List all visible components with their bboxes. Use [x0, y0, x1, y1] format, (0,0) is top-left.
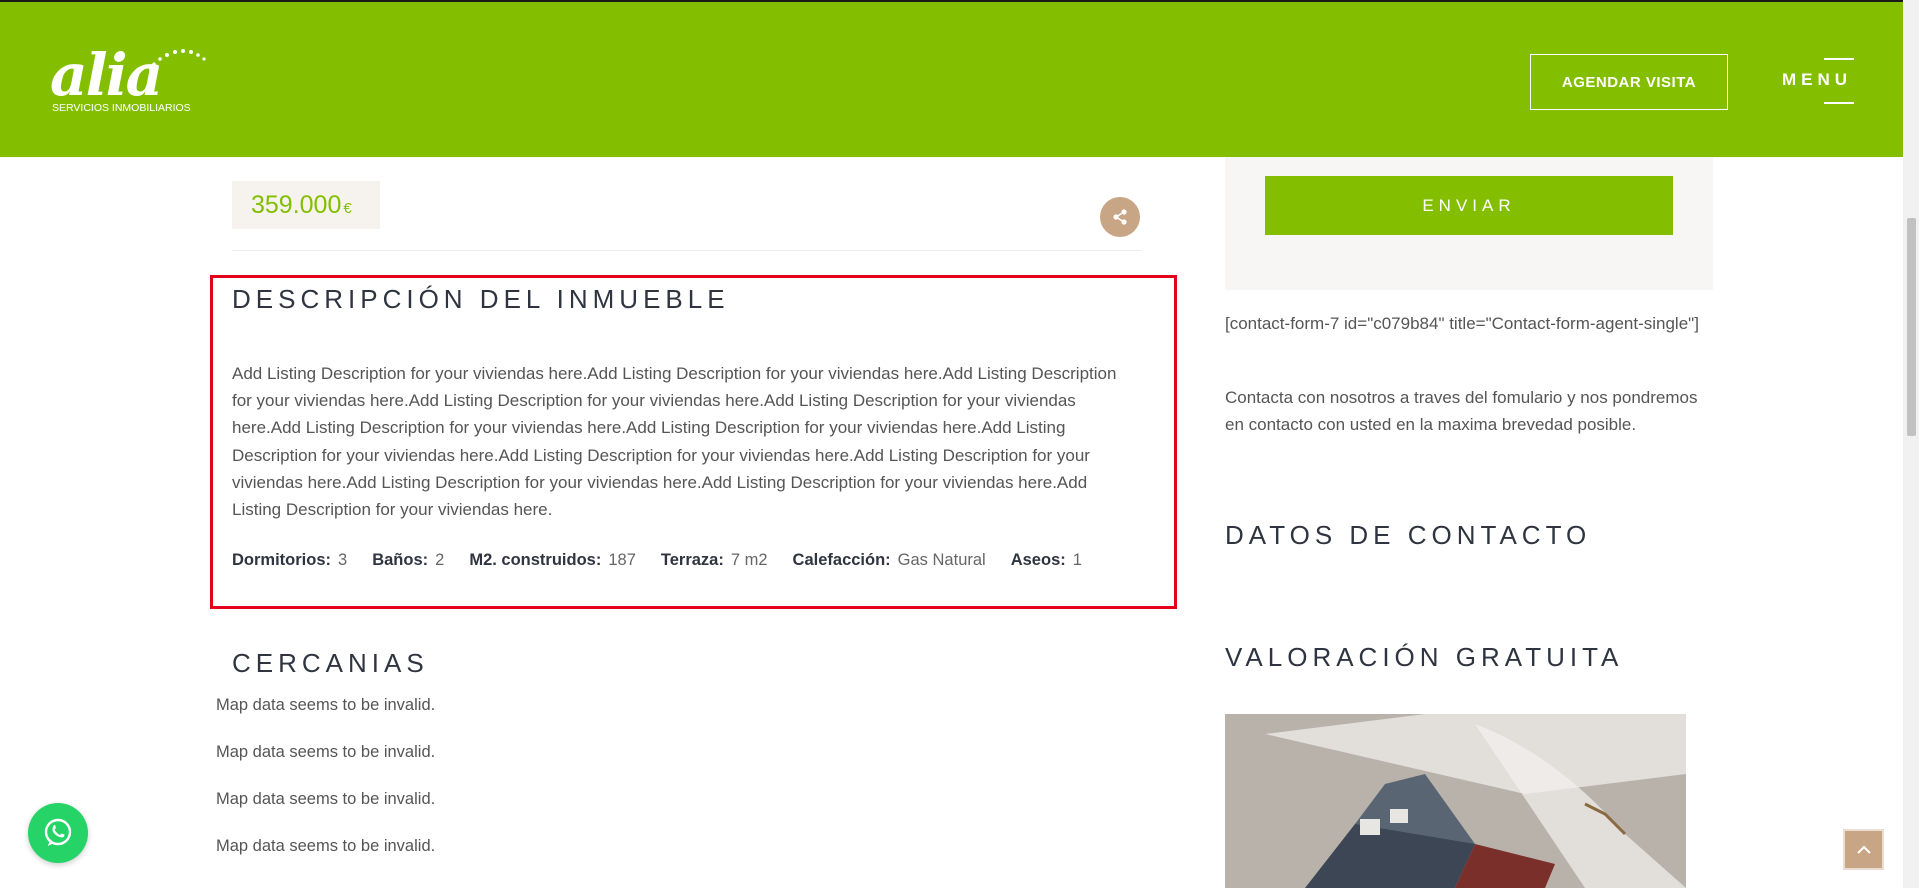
valuation-image [1225, 714, 1686, 888]
map-error-message: Map data seems to be invalid. [216, 837, 436, 855]
free-valuation-title: VALORACIÓN GRATUITA [1225, 642, 1624, 672]
map-error-message: Map data seems to be invalid. [216, 790, 436, 808]
map-error-message: Map data seems to be invalid. [216, 696, 436, 714]
schedule-visit-button[interactable]: AGENDAR VISITA [1530, 54, 1728, 110]
map-error-message: Map data seems to be invalid. [216, 743, 436, 761]
chevron-up-icon [1856, 845, 1871, 854]
feature-terrace: Terraza: 7 m2 [660, 551, 768, 569]
price-tag: 359.000 € [232, 181, 380, 229]
contact-description: Contacta con nosotros a traves del fomul… [1225, 388, 1698, 434]
site-header: alia SERVICIOS INMOBILIARIOS AGENDAR VIS… [0, 0, 1903, 157]
share-icon [1113, 209, 1127, 225]
nearby-title: CERCANIAS [232, 648, 429, 678]
features-list: Dormitorios: 3 Baños: 2 M2. construidos: 18… [232, 551, 1107, 570]
logo-wordmark: alia [50, 41, 163, 109]
feature-heating: Calefacción: Gas Natural [792, 551, 986, 569]
whatsapp-icon [44, 818, 72, 846]
menu-toggle[interactable]: MENU [1782, 58, 1854, 106]
site-logo[interactable]: alia SERVICIOS INMOBILIARIOS [50, 41, 206, 118]
send-button[interactable]: ENVIAR [1265, 176, 1673, 235]
menu-label: MENU [1782, 70, 1853, 89]
feature-built-area: M2. construidos: 187 [469, 551, 636, 569]
form-shortcode-text: [contact-form-7 id="c079b84" title="Cont… [1225, 314, 1699, 333]
feature-bathrooms: Baños: 2 [372, 551, 445, 569]
description-text: Add Listing Description for your viviend… [232, 364, 1117, 520]
price-value: 359.000 [251, 190, 342, 219]
back-to-top-button[interactable] [1843, 829, 1884, 870]
price-currency: € [343, 199, 352, 217]
share-button[interactable] [1100, 197, 1140, 237]
feature-bedrooms: Dormitorios: 3 [232, 551, 348, 569]
logo-dots-icon [152, 49, 206, 66]
page-scrollbar[interactable] [1903, 0, 1919, 888]
divider [232, 250, 1141, 251]
description-title: DESCRIPCIÓN DEL INMUEBLE [232, 284, 730, 314]
logo-tagline: SERVICIOS INMOBILIARIOS [52, 102, 191, 114]
house-model-illustration [1225, 714, 1686, 888]
menu-line-top [1824, 58, 1854, 60]
scrollbar-thumb[interactable] [1907, 218, 1916, 436]
menu-line-bottom [1824, 102, 1854, 104]
contact-details-title: DATOS DE CONTACTO [1225, 520, 1592, 550]
whatsapp-chat-button[interactable] [28, 803, 88, 863]
feature-toilets: Aseos: 1 [1010, 551, 1082, 569]
